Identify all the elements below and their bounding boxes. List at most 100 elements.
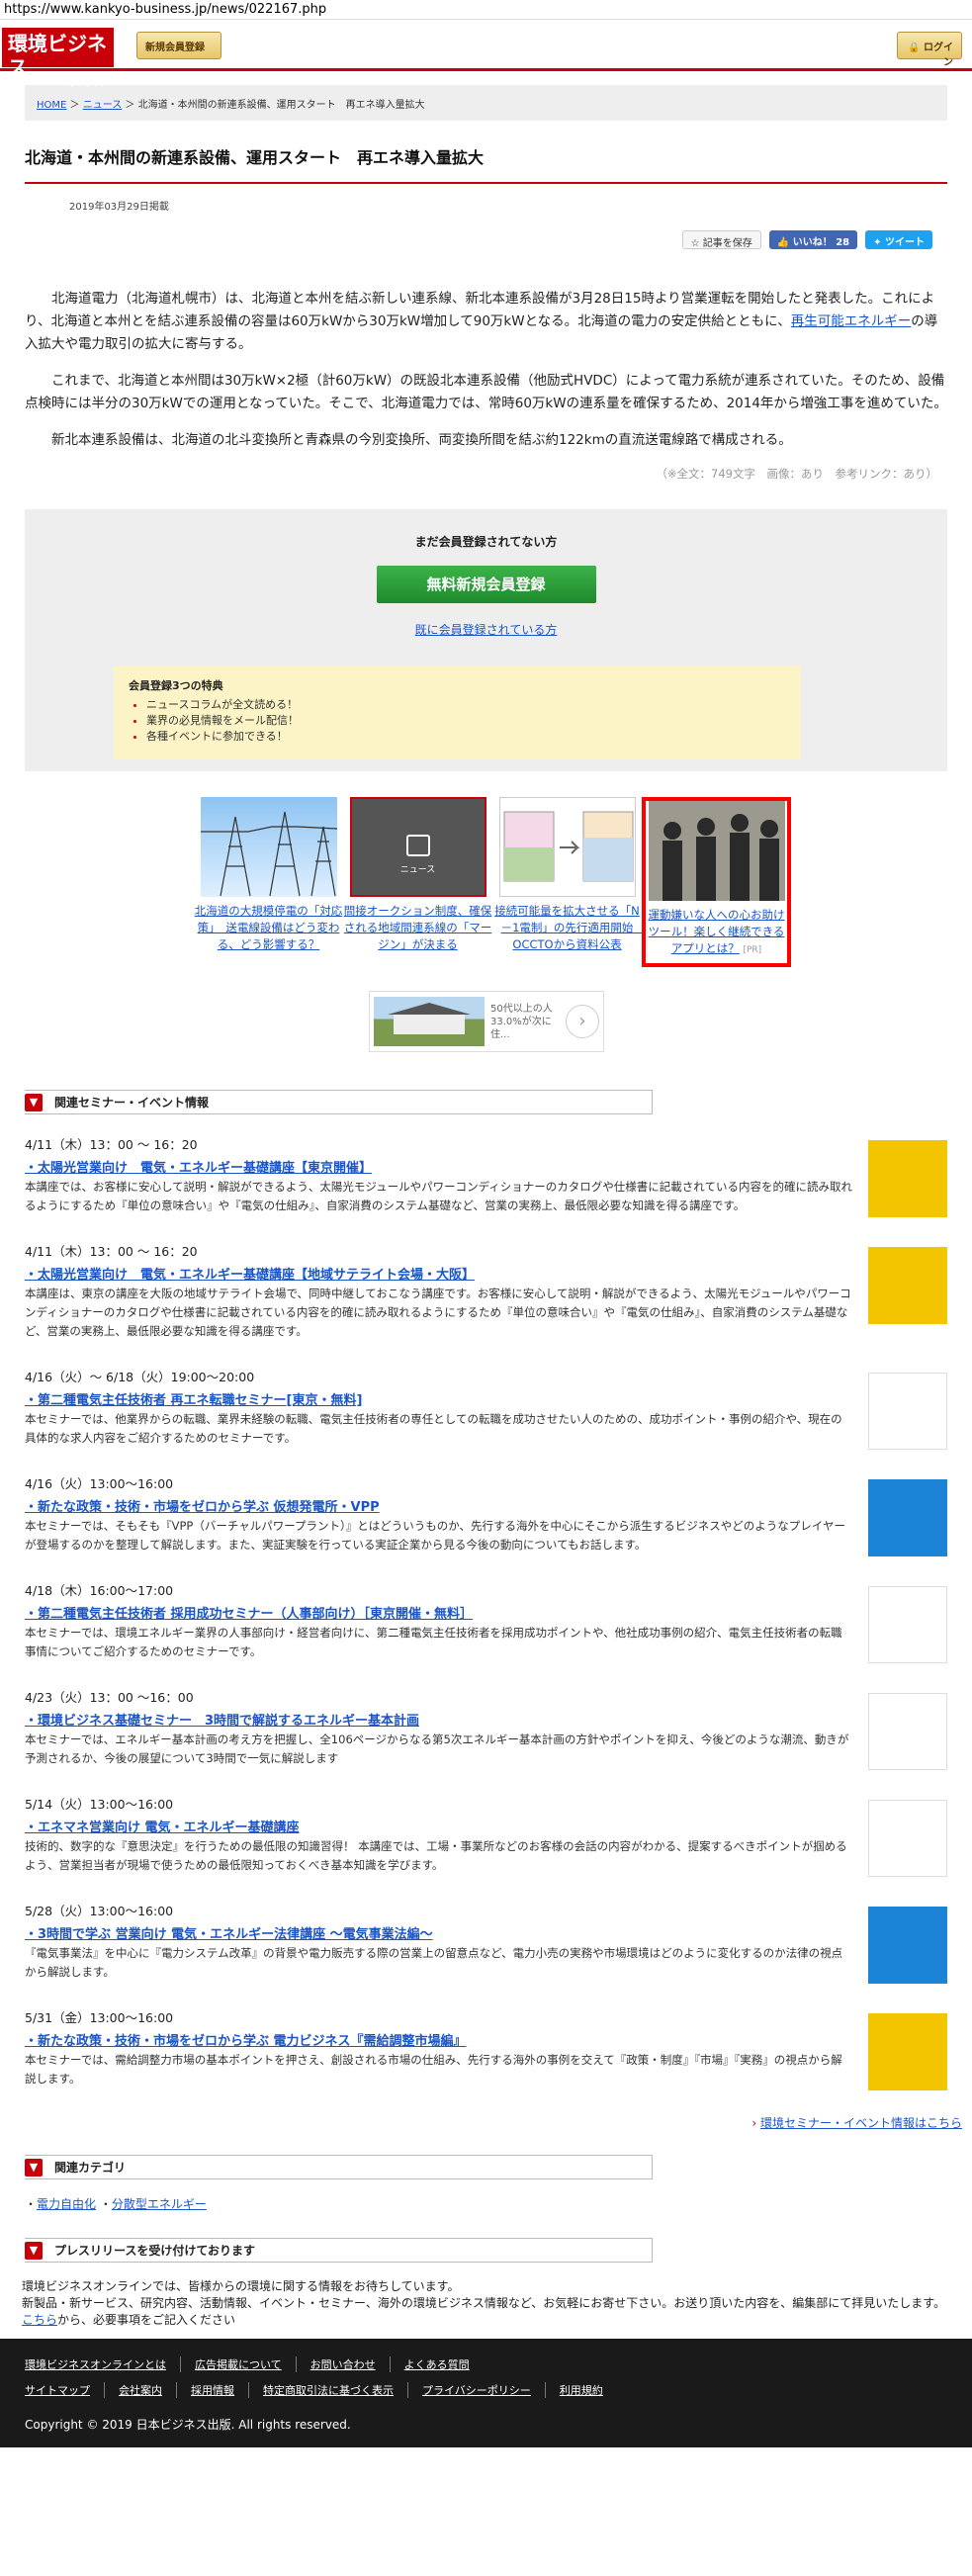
footer-link[interactable]: 利用規約 [544, 2382, 617, 2398]
seminar-description: 技術的、数字的な『意思決定』を行うための最低限の知識習得！ 本講座では、工場・事… [25, 1839, 847, 1872]
footer-link[interactable]: サイトマップ [25, 2382, 104, 2398]
seminar-thumbnail[interactable] [868, 1907, 947, 1984]
tweet-button[interactable]: ✦ ツイート [865, 230, 932, 249]
related-article[interactable]: 北海道の大規模停電の「対応策」 送電線設備はどう変わる、どう影響する？ [194, 797, 343, 967]
social-buttons: ☆ 記事を保存 👍 いいね！ 28 ✦ ツイート [0, 230, 932, 250]
seminar-description: 本講座では、お客様に安心して説明・解説ができるよう、太陽光モジュールやパワーコン… [25, 1180, 852, 1212]
footer-link[interactable]: 広告掲載について [180, 2356, 296, 2372]
footer-links-row: 環境ビジネスオンラインとは 広告掲載について お問い合わせ よくある質問 [25, 2356, 972, 2372]
press-link[interactable]: こちら [22, 2313, 57, 2327]
seminar-time: 5/31（金）13:00～16:00 [25, 2010, 174, 2025]
category-link[interactable]: 電力自由化 [37, 2197, 96, 2211]
footer-link[interactable]: 環境ビジネスオンラインとは [25, 2356, 180, 2372]
seminar-thumbnail[interactable] [868, 1800, 947, 1877]
seminar-link[interactable]: ・太陽光営業向け 電気・エネルギー基礎講座【東京開催】 [25, 1161, 372, 1176]
login-button[interactable]: 🔒 ログイン [897, 32, 962, 68]
seminar-thumbnail[interactable] [868, 1140, 947, 1217]
breadcrumb-sep: ＞ [125, 100, 135, 111]
seminar-description: 本セミナーでは、環境エネルギー業界の人事部向け・経営者向けに、第二種電気主任技術… [25, 1626, 842, 1658]
copyright: Copyright © 2019 日本ビジネス出版. All rights re… [25, 2418, 351, 2432]
perk-text: ニュースコラムが全文読める！ [146, 698, 299, 711]
footer-link[interactable]: お問い合わせ [295, 2356, 390, 2372]
article-paragraph: 新北本連系設備は、北海道の北斗変換所と青森県の今別変換所、両変換所間を結ぶ約12… [51, 432, 792, 448]
seminar-title: ・太陽光営業向け 電気・エネルギー基礎講座【地域サテライト会場・大阪】 [25, 1264, 853, 1283]
renewable-energy-link[interactable]: 再生可能エネルギー [791, 313, 912, 329]
breadcrumb-sep: ＞ [69, 100, 80, 111]
seminar-thumbnail[interactable] [868, 1373, 947, 1450]
seminar-item: 5/28（火）13:00～16:00 ・3時間で学ぶ 営業向け 電気・エネルギー法… [25, 1901, 947, 1984]
category-link[interactable]: 分散型エネルギー [112, 2197, 207, 2211]
chevron-down-icon: ▼ [25, 2158, 43, 2176]
chevron-down-icon: ▼ [25, 1093, 43, 1111]
related-article[interactable]: 接続可能量を拡大させる「N－1電制」の先行適用開始 OCCTOから資料公表 [492, 797, 645, 967]
address-bar[interactable]: https://www.kankyo-business.jp/news/0221… [0, 0, 972, 20]
seminar-link[interactable]: ・環境ビジネス基礎セミナー 3時間で解説するエネルギー基本計画 [25, 1714, 419, 1729]
related-article-pr[interactable]: 運動嫌いな人への心お助けツール！楽しく継続できるアプリとは？ [PR] [642, 797, 791, 967]
seminar-link[interactable]: ・第二種電気主任技術者 再エネ転職セミナー[東京・無料] [25, 1393, 362, 1408]
seminar-link[interactable]: ・第二種電気主任技術者 採用成功セミナー（人事部向け）［東京開催・無料］ [25, 1607, 473, 1622]
footer-link[interactable]: 会社案内 [104, 2382, 176, 2398]
footer-link[interactable]: プライバシーポリシー [407, 2382, 545, 2398]
breadcrumb-news[interactable]: ニュース [83, 100, 123, 111]
seminar-thumbnail[interactable] [868, 1693, 947, 1770]
seminar-link[interactable]: ・3時間で学ぶ 営業向け 電気・エネルギー法律講座 ～電気事業法編～ [25, 1927, 433, 1942]
footer-link[interactable]: 特定商取引法に基づく表示 [248, 2382, 407, 2398]
related-article-title[interactable]: 接続可能量を拡大させる「N－1電制」の先行適用開始 OCCTOから資料公表 [494, 904, 645, 951]
seminar-title: ・エネマネ営業向け 電気・エネルギー基礎講座 [25, 1817, 853, 1835]
press-text: から、必要事項をご記入ください [57, 2313, 236, 2327]
seminar-item: 5/31（金）13:00～16:00 ・新たな政策・技術・市場をゼロから学ぶ 電力… [25, 2007, 947, 2090]
register-header-button[interactable]: 新規会員登録 [136, 32, 221, 59]
related-articles: 北海道の大規模停電の「対応策」 送電線設備はどう変わる、どう影響する？ ニュース… [194, 797, 972, 967]
seminar-thumbnail[interactable] [868, 1586, 947, 1663]
seminar-link[interactable]: ・太陽光営業向け 電気・エネルギー基礎講座【地域サテライト会場・大阪】 [25, 1268, 475, 1283]
category-list: ・電力自由化 ・分散型エネルギー [25, 2195, 972, 2212]
save-article-button[interactable]: ☆ 記事を保存 [681, 230, 761, 249]
seminar-thumbnail[interactable] [868, 1479, 947, 1556]
seminar-thumbnail[interactable] [868, 2013, 947, 2090]
seminar-title: ・3時間で学ぶ 営業向け 電気・エネルギー法律講座 ～電気事業法編～ [25, 1923, 853, 1942]
seminar-link[interactable]: ・エネマネ営業向け 電気・エネルギー基礎講座 [25, 1821, 300, 1835]
press-text: 環境ビジネスオンラインでは、皆様からの環境に関する情報をお待ちしています。 [22, 2279, 460, 2293]
section-heading-label: プレスリリースを受け付けております [54, 2244, 256, 2258]
already-registered-link[interactable]: 既に会員登録されている方 [25, 621, 947, 638]
footer-link[interactable]: 採用情報 [176, 2382, 248, 2398]
seminar-link[interactable]: ・新たな政策・技術・市場をゼロから学ぶ 仮想発電所・VPP [25, 1500, 380, 1515]
breadcrumb: HOME ＞ ニュース ＞ 北海道・本州間の新連系設備、運用スタート 再エネ導入… [25, 85, 947, 121]
perks-title: 会員登録3つの特典 [129, 679, 223, 692]
free-register-button[interactable]: 無料新規会員登録 [376, 566, 596, 603]
article-meta: （※全文：749文字 画像：あり 参考リンク：あり） [656, 467, 937, 481]
related-article-title[interactable]: 間接オークション制度、確保される地域間連系線の「マージン」が決まる [344, 904, 492, 951]
login-label: ログイン [924, 43, 953, 68]
seminar-time: 4/16（火）～ 6/18（火）19:00～20:00 [25, 1370, 255, 1384]
seminar-item: 4/18（木）16:00～17:00 ・第二種電気主任技術者 採用成功セミナー（人… [25, 1580, 947, 1663]
seminar-title: ・新たな政策・技術・市場をゼロから学ぶ 電力ビジネス『需給調整市場編』 [25, 2030, 853, 2049]
perk-item: 各種イベントに参加できる！ [146, 729, 801, 745]
breadcrumb-home[interactable]: HOME [37, 100, 66, 111]
seminar-description: 『電気事業法』を中心に『電力システム改革』の背景や電力販売する際の営業上の留意点… [25, 1946, 843, 1979]
section-heading-label: 関連カテゴリ [54, 2161, 127, 2175]
chevron-right-icon: › [751, 2116, 757, 2130]
footer-link[interactable]: よくある質問 [389, 2356, 484, 2372]
article-paragraph: 北海道電力（北海道札幌市）は、北海道と本州を結ぶ新しい連系線、新北本連系設備が3… [25, 288, 947, 356]
diagram-image [498, 797, 636, 897]
related-article[interactable]: ニュース 間接オークション制度、確保される地域間連系線の「マージン」が決まる [343, 797, 492, 967]
facebook-like-button[interactable]: 👍 いいね！ 28 [768, 230, 858, 249]
house-icon [388, 1003, 471, 1034]
seminar-list: 4/11（木）13：00 ～ 16：20 ・太陽光営業向け 電気・エネルギー基礎講… [25, 1134, 947, 2090]
publish-date: 2019年03月29日掲載 [69, 202, 169, 213]
seminar-link[interactable]: ・新たな政策・技術・市場をゼロから学ぶ 電力ビジネス『需給調整市場編』 [25, 2034, 467, 2049]
more-seminars: › 環境セミナー・イベント情報はこちら [0, 2114, 962, 2131]
advertisement[interactable]: 50代以上の人33.0%が次に住... › [369, 991, 604, 1052]
footer-links-row: サイトマップ 会社案内 採用情報 特定商取引法に基づく表示 プライバシーポリシー 利用規約 [25, 2382, 972, 2398]
more-seminars-link[interactable]: 環境セミナー・イベント情報はこちら [760, 2116, 962, 2130]
thumbs-up-icon: 👍 [776, 237, 790, 248]
chevron-right-icon[interactable]: › [566, 1005, 599, 1038]
pr-tag: [PR] [743, 945, 762, 955]
related-article-title[interactable]: 運動嫌いな人への心お助けツール！楽しく継続できるアプリとは？ [649, 908, 785, 955]
related-article-title[interactable]: 北海道の大規模停電の「対応策」 送電線設備はどう変わる、どう影響する？ [195, 904, 343, 951]
site-logo[interactable]: 環境ビジネス オンライン [2, 28, 114, 88]
tweet-label: ツイート [885, 237, 925, 248]
logo-text: 環境ビジネス [8, 32, 107, 79]
seminar-thumbnail[interactable] [868, 1247, 947, 1324]
section-heading-press: ▼ プレスリリースを受け付けております [25, 2238, 653, 2263]
